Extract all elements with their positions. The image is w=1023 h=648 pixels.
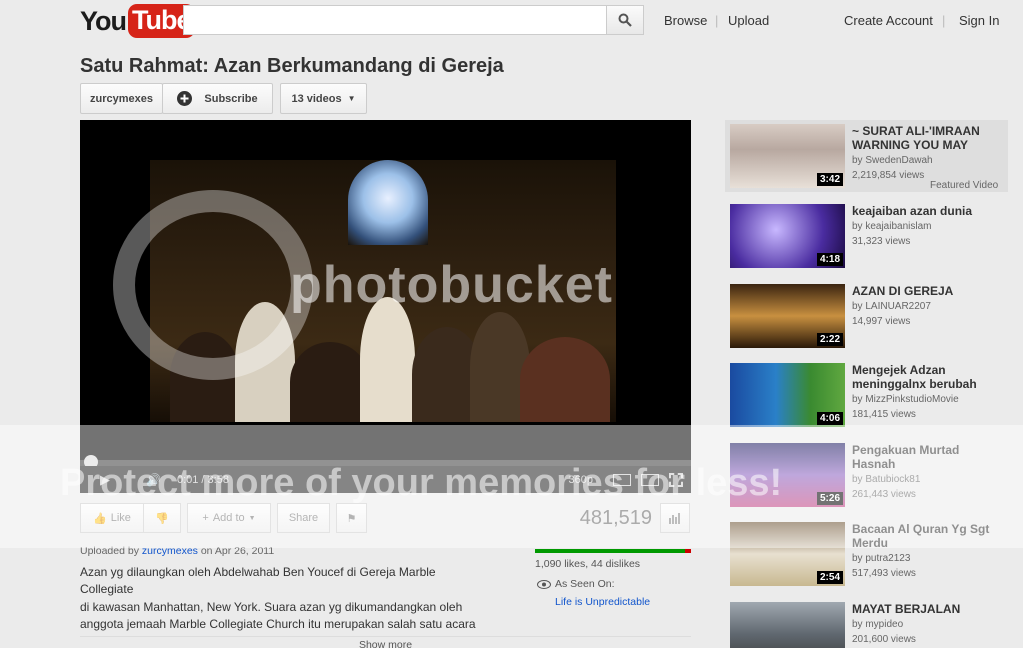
crowd-figure <box>290 342 370 422</box>
duration-badge: 2:54 <box>816 571 843 584</box>
duration-badge: 2:22 <box>816 333 843 346</box>
video-thumbnail[interactable] <box>730 602 845 648</box>
related-video-item[interactable]: MAYAT BERJALAN by mypideo 201,600 views <box>730 602 1005 648</box>
videos-dropdown[interactable]: 13 videos ▼ <box>280 83 367 114</box>
logo-you-text: You <box>80 5 127 36</box>
related-video-item[interactable]: 2:22 AZAN DI GEREJA by LAINUAR2207 14,997 v… <box>730 284 1005 350</box>
related-video-views: 181,415 views <box>852 409 916 420</box>
description-line: di kawasan Manhattan, New York. Suara az… <box>80 600 463 614</box>
as-seen-on: As Seen On: <box>537 578 615 590</box>
related-video-item[interactable]: 4:18 keajaiban azan dunia by keajaibanisla… <box>730 204 1005 270</box>
likes-dislikes: 1,090 likes, 44 dislikes <box>535 558 641 570</box>
search-button[interactable] <box>606 5 644 35</box>
related-video-title[interactable]: Mengejek Adzan meninggalnx berubah <box>852 363 1002 391</box>
video-thumbnail[interactable]: 2:22 <box>730 284 845 348</box>
plus-circle-icon <box>177 91 193 106</box>
duration-badge: 4:06 <box>816 412 843 425</box>
related-video-author: by MizzPinkstudioMovie <box>852 394 959 405</box>
related-video-views: 14,997 views <box>852 316 911 327</box>
watermark-text: photobucket <box>290 256 613 314</box>
video-title: Satu Rahmat: Azan Berkumandang di Gereja <box>80 55 504 77</box>
related-video-views: 2,219,854 views <box>852 170 925 181</box>
related-video-author: by keajaibanislam <box>852 221 932 232</box>
photobucket-logo-ring <box>113 190 313 380</box>
like-ratio-fill <box>535 549 685 553</box>
crowd-figure <box>360 297 415 422</box>
related-video-author: by mypideo <box>852 619 904 630</box>
search-icon <box>618 13 632 27</box>
related-video-views: 31,323 views <box>852 236 911 247</box>
description-line: Collegiate <box>80 582 134 596</box>
nav-separator: | <box>942 13 946 28</box>
video-thumbnail[interactable]: 3:42 <box>730 124 845 188</box>
related-video-item[interactable]: 4:06 Mengejek Adzan meninggalnx berubah by… <box>730 363 1005 429</box>
chevron-down-icon: ▼ <box>347 94 356 103</box>
related-video-views: 201,600 views <box>852 634 916 645</box>
subscribe-button[interactable]: Subscribe <box>162 83 273 114</box>
duration-badge: 4:18 <box>816 253 843 266</box>
channel-name: zurcymexes <box>90 92 153 105</box>
show-more-button[interactable]: Show more <box>80 636 691 648</box>
featured-label: Featured Video <box>930 180 999 191</box>
sign-in-link[interactable]: Sign In <box>959 13 999 28</box>
watermark-banner-text: Protect more of your memories for less! <box>60 462 783 504</box>
related-video-author: by LAINUAR2207 <box>852 301 931 312</box>
youtube-logo[interactable]: You Tube <box>80 2 195 40</box>
related-video-item[interactable]: 3:42 ~ SURAT ALI-'IMRAAN WARNING YOU MAY b… <box>730 124 1005 191</box>
related-video-title[interactable]: ~ SURAT ALI-'IMRAAN WARNING YOU MAY <box>852 124 1002 152</box>
create-account-link[interactable]: Create Account <box>844 13 933 28</box>
subscribe-label: Subscribe <box>204 92 258 105</box>
related-video-views: 517,493 views <box>852 568 916 579</box>
nav-separator: | <box>715 13 719 28</box>
browse-link[interactable]: Browse <box>664 13 707 28</box>
related-video-title[interactable]: AZAN DI GEREJA <box>852 284 1002 298</box>
related-video-title[interactable]: keajaiban azan dunia <box>852 204 1002 218</box>
related-video-author: by SwedenDawah <box>852 155 933 166</box>
video-thumbnail[interactable]: 4:06 <box>730 363 845 427</box>
video-thumbnail[interactable]: 4:18 <box>730 204 845 268</box>
eye-icon <box>537 579 551 589</box>
channel-button[interactable]: zurcymexes <box>80 83 163 114</box>
search-input[interactable] <box>183 5 607 35</box>
upload-link[interactable]: Upload <box>728 13 769 28</box>
like-ratio-bar <box>535 549 691 553</box>
as-seen-on-label: As Seen On: <box>555 578 615 590</box>
videos-count: 13 videos <box>291 92 342 105</box>
description-line: Azan yg dilaungkan oleh Abdelwahab Ben Y… <box>80 565 436 579</box>
stained-glass-window <box>348 160 428 245</box>
crowd-figure <box>520 337 610 422</box>
description-line: anggota jemaah Marble Collegiate Church … <box>80 617 476 631</box>
as-seen-on-link[interactable]: Life is Unpredictable <box>555 596 650 608</box>
related-video-author: by putra2123 <box>852 553 911 564</box>
related-video-title[interactable]: MAYAT BERJALAN <box>852 602 1002 616</box>
duration-badge: 3:42 <box>816 173 843 186</box>
